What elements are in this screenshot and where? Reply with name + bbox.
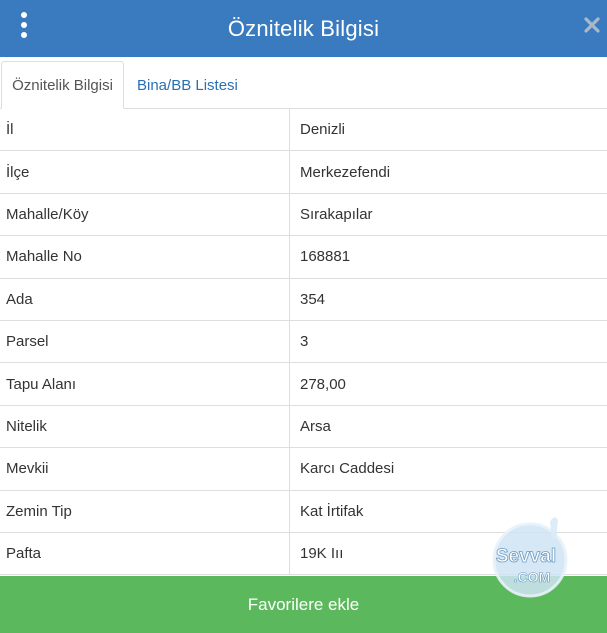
table-row: Mahalle No 168881 <box>0 236 607 279</box>
row-value: 354 <box>300 290 326 308</box>
row-value: 3 <box>300 333 309 351</box>
row-label: Mahalle/Köy <box>0 193 290 236</box>
vertical-dots-menu-icon[interactable] <box>16 12 32 38</box>
row-label: Pafta <box>0 532 290 575</box>
row-value: Sırakapılar <box>300 205 373 223</box>
row-value: Karcı Caddesi <box>300 460 395 478</box>
table-row: Zemin Tip Kat İrtifak <box>0 490 607 533</box>
row-value: 19K Iıı <box>300 545 344 563</box>
table-row: Parsel 3 <box>0 320 607 364</box>
row-value: Arsa <box>300 417 331 435</box>
row-label: Mevkii <box>0 448 290 490</box>
table-row: Ada 354 <box>0 278 607 321</box>
row-value: 278,00 <box>300 375 346 393</box>
row-label: Ada <box>0 278 290 320</box>
row-value: Denizli <box>300 121 346 139</box>
row-label: Mahalle No <box>0 236 290 278</box>
dialog-title: Öznitelik Bilgisi <box>227 15 380 41</box>
row-label: Tapu Alanı <box>0 363 290 405</box>
row-label: İl <box>0 109 290 151</box>
row-label: Zemin Tip <box>0 490 290 532</box>
table-row: Pafta 19K Iıı <box>0 532 607 576</box>
table-row: Tapu Alanı 278,00 <box>0 363 607 406</box>
row-value: Kat İrtifak <box>300 502 364 520</box>
table-row: Nitelik Arsa <box>0 405 607 449</box>
tab-bina-bb-listesi[interactable]: Bina/BB Listesi <box>137 61 238 109</box>
add-to-favorites-button[interactable]: Favorilere ekle <box>0 576 607 633</box>
table-row: İl Denizli <box>0 109 607 152</box>
tab-oznitelik-bilgisi[interactable]: Öznitelik Bilgisi <box>1 61 124 109</box>
table-row: İlçe Merkezefendi <box>0 151 607 194</box>
table-row: Mevkii Karcı Caddesi <box>0 448 607 491</box>
row-label: İlçe <box>0 151 290 193</box>
dialog-header: Öznitelik Bilgisi <box>0 0 607 57</box>
tab-bar: Öznitelik Bilgisi Bina/BB Listesi <box>0 57 607 109</box>
row-value: Merkezefendi <box>300 163 391 181</box>
row-value: 168881 <box>300 248 351 266</box>
row-label: Parsel <box>0 320 290 363</box>
table-row: Mahalle/Köy Sırakapılar <box>0 193 607 237</box>
attribute-table: İl Denizli İlçe Merkezefendi Mahalle/Köy… <box>0 109 607 576</box>
row-label: Nitelik <box>0 405 290 448</box>
close-icon[interactable] <box>581 14 603 36</box>
